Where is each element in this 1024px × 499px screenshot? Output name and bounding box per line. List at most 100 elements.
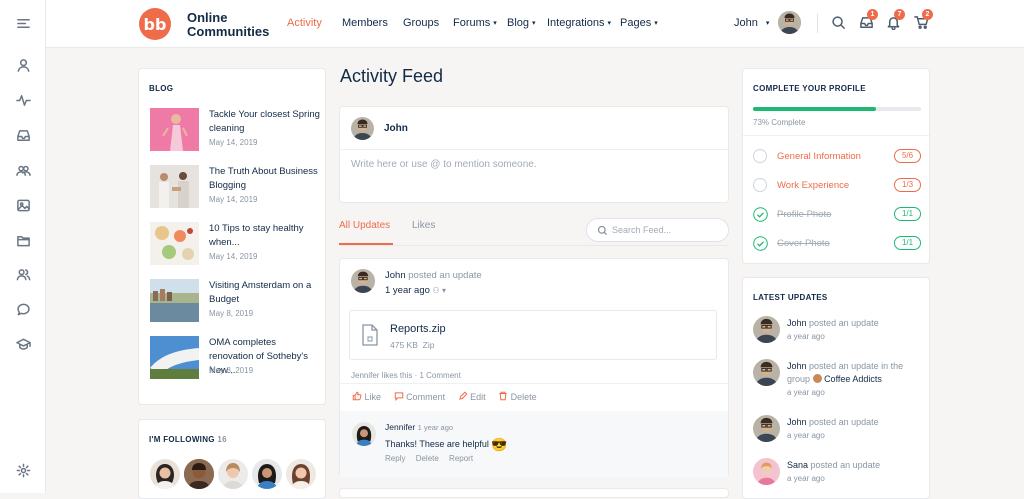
incomplete-circle-icon [753, 149, 767, 163]
group-link[interactable]: Coffee Addicts [824, 374, 882, 384]
privacy-icon[interactable]: ⚇ ▾ [433, 286, 446, 295]
tab-all-updates[interactable]: All Updates [339, 220, 390, 231]
zip-file-icon [362, 324, 378, 346]
settings-icon[interactable] [15, 462, 31, 478]
post-timestamp[interactable]: 1 year ago [385, 285, 430, 296]
blog-post-title[interactable]: Visiting Amsterdam on a Budget [209, 279, 321, 307]
comment-button[interactable]: Comment [394, 392, 445, 402]
blog-post-item[interactable]: Visiting Amsterdam on a Budget May 8, 20… [150, 279, 320, 323]
update-author[interactable]: John [787, 361, 807, 371]
update-author[interactable]: John [787, 417, 807, 427]
forums-icon[interactable] [15, 301, 31, 317]
profile-item-label[interactable]: General Information [777, 151, 861, 162]
search-icon[interactable] [831, 15, 847, 31]
blog-post-thumbnail[interactable] [150, 336, 199, 379]
blog-post-item[interactable]: 10 Tips to stay healthy when... May 14, … [150, 222, 320, 266]
profile-item-count: 1/1 [894, 236, 921, 250]
sunglasses-emoji: 😎 [491, 437, 508, 452]
following-avatar[interactable] [150, 459, 180, 489]
profile-divider [743, 135, 929, 136]
check-circle-icon [753, 207, 768, 222]
delete-button[interactable]: Delete [498, 391, 537, 402]
site-title[interactable]: Online Communities [187, 11, 269, 38]
update-avatar[interactable] [753, 359, 780, 386]
groups-icon[interactable] [15, 162, 31, 178]
blog-post-title[interactable]: The Truth About Business Blogging [209, 165, 321, 193]
comment-author[interactable]: Jennifer [385, 422, 415, 432]
profile-item-cover-photo[interactable]: Cover Photo 1/1 [753, 236, 921, 252]
inbox-icon[interactable] [15, 127, 31, 143]
feed-search[interactable]: Search Feed... [586, 218, 729, 242]
feed-search-input[interactable]: Search Feed... [612, 225, 671, 235]
composer-input[interactable]: Write here or use @ to mention someone. [351, 159, 537, 170]
post-author[interactable]: John [385, 270, 406, 281]
menu-toggle-icon[interactable] [15, 15, 31, 31]
messages-icon[interactable]: 1 [859, 9, 878, 31]
following-avatar[interactable] [286, 459, 316, 489]
profile-item-label[interactable]: Work Experience [777, 180, 849, 191]
messages-badge: 1 [867, 9, 878, 20]
update-avatar[interactable] [753, 415, 780, 442]
blog-post-thumbnail[interactable] [150, 222, 199, 265]
nav-groups[interactable]: Groups [403, 17, 439, 29]
tab-likes[interactable]: Likes [412, 220, 435, 231]
like-button[interactable]: Like [352, 391, 381, 402]
courses-icon[interactable] [15, 336, 31, 352]
blog-post-title[interactable]: 10 Tips to stay healthy when... [209, 222, 321, 250]
profile-icon[interactable] [15, 57, 31, 73]
blog-post-thumbnail[interactable] [150, 108, 199, 151]
file-name[interactable]: Reports.zip [390, 323, 446, 335]
blog-post-item[interactable]: Tackle Your closest Spring cleaning May … [150, 108, 320, 152]
file-attachment[interactable]: Reports.zip 475 KB Zip [349, 310, 717, 360]
comments-count[interactable]: · 1 Comment [415, 371, 461, 380]
members-icon[interactable] [15, 266, 31, 282]
comment-delete-link[interactable]: Delete [416, 454, 439, 463]
site-logo[interactable]: bb [139, 8, 171, 40]
blog-post-thumbnail[interactable] [150, 279, 199, 322]
comment-time: 1 year ago [417, 423, 454, 432]
profile-item-label[interactable]: Cover Photo [777, 238, 830, 249]
nav-forums[interactable]: Forums ▾ [453, 17, 497, 29]
following-avatar[interactable] [184, 459, 214, 489]
comment-author-avatar[interactable] [352, 422, 376, 446]
post-composer: John Write here or use @ to mention some… [339, 106, 729, 203]
post-author-avatar[interactable] [351, 269, 375, 293]
nav-integrations[interactable]: Integrations ▾ [547, 17, 611, 29]
following-widget-title: I'M FOLLOWING 16 [149, 435, 227, 444]
nav-blog[interactable]: Blog ▾ [507, 17, 536, 29]
activity-icon[interactable] [15, 92, 31, 108]
photos-icon[interactable] [15, 197, 31, 213]
update-text: John posted an update [787, 417, 879, 427]
blog-post-thumbnail[interactable] [150, 165, 199, 208]
notifications-icon[interactable]: 7 [886, 9, 905, 31]
profile-item-work-experience[interactable]: Work Experience 1/3 [753, 178, 921, 194]
nav-activity[interactable]: Activity [287, 17, 322, 29]
next-activity-post [339, 488, 729, 498]
blog-post-item[interactable]: OMA completes renovation of Sotheby's Ne… [150, 336, 320, 380]
activity-post: John posted an update 1 year ago ⚇ ▾ Rep… [339, 258, 729, 477]
nav-pages[interactable]: Pages ▾ [620, 17, 658, 29]
nav-members[interactable]: Members [342, 17, 388, 29]
update-author[interactable]: John [787, 318, 807, 328]
avatar[interactable] [778, 11, 801, 34]
following-avatar[interactable] [252, 459, 282, 489]
update-avatar[interactable] [753, 316, 780, 343]
profile-item-label[interactable]: Profile Photo [777, 209, 831, 220]
edit-button[interactable]: Edit [458, 391, 486, 402]
profile-progress-bar [753, 107, 921, 111]
comment-report-link[interactable]: Report [449, 454, 473, 463]
documents-icon[interactable] [15, 232, 31, 248]
following-avatar[interactable] [218, 459, 248, 489]
blog-post-title[interactable]: Tackle Your closest Spring cleaning [209, 108, 321, 136]
blog-post-item[interactable]: The Truth About Business Blogging May 14… [150, 165, 320, 209]
update-avatar[interactable] [753, 458, 780, 485]
likes-text[interactable]: Jennifer likes this [351, 371, 412, 380]
profile-item-profile-photo[interactable]: Profile Photo 1/1 [753, 207, 921, 223]
user-menu[interactable]: John ▾ [734, 17, 769, 29]
update-author[interactable]: Sana [787, 460, 808, 470]
trash-icon [499, 391, 507, 401]
reply-link[interactable]: Reply [385, 454, 405, 463]
profile-item-general-info[interactable]: General Information 5/6 [753, 149, 921, 165]
cart-icon[interactable]: 2 [914, 9, 933, 31]
cart-badge: 2 [922, 9, 933, 20]
